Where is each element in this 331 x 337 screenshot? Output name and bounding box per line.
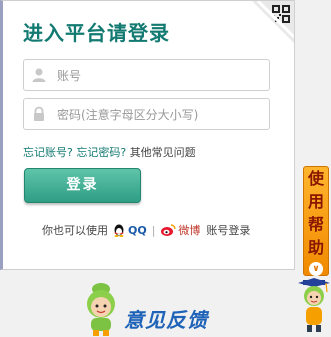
feedback-link[interactable]: 意见反馈 <box>124 304 208 333</box>
chevron-down-icon: ∨ <box>309 262 323 276</box>
qr-code-toggle-icon[interactable] <box>252 1 294 43</box>
page-title: 进入平台请登录 <box>23 21 170 45</box>
forgot-password-link[interactable]: 忘记密码? <box>76 146 126 159</box>
forgot-account-link[interactable]: 忘记账号? <box>23 146 73 159</box>
login-panel: 进入平台请登录 账号 密码(注意字母区分大小写) 忘记账号? 忘记密码? 其他常… <box>0 0 295 270</box>
password-placeholder: 密码(注意字母区分大小写) <box>57 108 199 122</box>
weibo-login[interactable]: 微博 <box>160 222 200 238</box>
account-login-label: 账号登录 <box>206 224 251 237</box>
user-icon <box>32 68 46 82</box>
help-char: 帮 <box>307 215 324 234</box>
lock-icon <box>34 106 44 121</box>
qq-penguin-icon <box>114 224 124 237</box>
help-char: 使 <box>307 169 324 188</box>
doctor-mascot-icon[interactable] <box>296 278 331 334</box>
help-char: 助 <box>307 238 324 257</box>
username-placeholder: 账号 <box>57 69 82 83</box>
feedback-mascot-icon[interactable] <box>78 280 124 337</box>
separator: | <box>151 223 156 237</box>
weibo-label: 微博 <box>178 224 201 237</box>
help-tab[interactable]: 使 用 帮 助 ∨ <box>303 166 329 276</box>
qq-login[interactable]: QQ <box>112 223 147 237</box>
help-links: 忘记账号? 忘记密码? 其他常见问题 <box>23 144 196 160</box>
password-field[interactable]: 密码(注意字母区分大小写) <box>23 98 270 130</box>
weibo-icon <box>161 224 177 236</box>
third-party-login: 你也可以使用 QQ | 微博 账号登录 <box>42 222 250 238</box>
other-questions-link[interactable]: 其他常见问题 <box>130 146 196 159</box>
login-button[interactable]: 登录 <box>24 168 141 203</box>
qq-label: QQ <box>128 223 147 237</box>
third-party-prefix: 你也可以使用 <box>42 224 108 237</box>
help-char: 用 <box>307 192 324 211</box>
username-field[interactable]: 账号 <box>23 59 270 91</box>
